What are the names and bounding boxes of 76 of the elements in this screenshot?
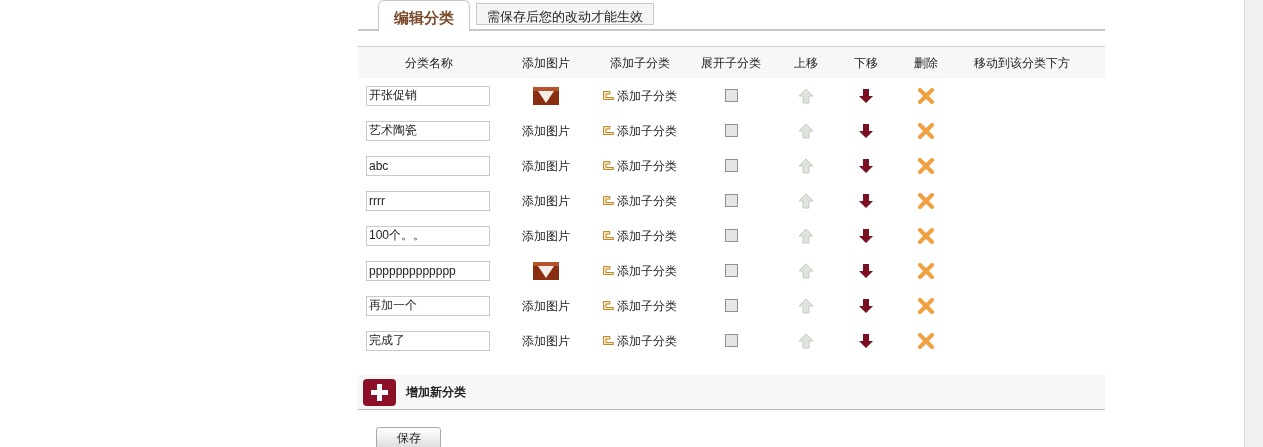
add-image-link[interactable]: 添加图片 bbox=[522, 296, 570, 315]
up-arrow-icon[interactable] bbox=[798, 227, 814, 244]
down-arrow-icon[interactable] bbox=[858, 192, 874, 209]
category-name-field[interactable]: 开张促销 bbox=[366, 85, 490, 106]
delete-icon[interactable] bbox=[918, 192, 934, 209]
subcategory-icon bbox=[603, 91, 614, 100]
column-header: 展开子分类 bbox=[700, 54, 762, 72]
column-header: 移动到该分类下方 bbox=[973, 54, 1071, 72]
up-arrow-icon[interactable] bbox=[798, 87, 814, 104]
expand-checkbox[interactable] bbox=[724, 124, 738, 137]
subcategory-icon bbox=[603, 126, 614, 135]
expand-checkbox[interactable] bbox=[724, 159, 738, 172]
subcategory-icon bbox=[603, 336, 614, 345]
expand-checkbox[interactable] bbox=[724, 89, 738, 102]
expand-checkbox[interactable] bbox=[724, 194, 738, 207]
expand-checkbox[interactable] bbox=[724, 334, 738, 347]
category-name-field[interactable]: ppppppppppppp bbox=[366, 260, 490, 281]
delete-icon[interactable] bbox=[918, 297, 934, 314]
down-arrow-icon[interactable] bbox=[858, 122, 874, 139]
add-image-link[interactable]: 添加图片 bbox=[522, 226, 570, 245]
column-header: 上移 bbox=[793, 54, 819, 72]
tab[interactable]: 需保存后您的改动才能生效 bbox=[476, 3, 654, 25]
add-subcategory-link[interactable]: 添加子分类 bbox=[617, 86, 677, 105]
column-header: 删除 bbox=[913, 54, 939, 72]
subcategory-icon bbox=[603, 161, 614, 170]
category-name-field[interactable]: 100个。。 bbox=[366, 225, 490, 246]
up-arrow-icon[interactable] bbox=[798, 332, 814, 349]
column-header: 添加子分类 bbox=[609, 54, 671, 72]
scrollbar[interactable] bbox=[1244, 0, 1263, 447]
delete-icon[interactable] bbox=[918, 227, 934, 244]
add-subcategory-link[interactable]: 添加子分类 bbox=[617, 331, 677, 350]
expand-checkbox[interactable] bbox=[724, 229, 738, 242]
subcategory-icon bbox=[603, 266, 614, 275]
category-name-field[interactable]: abc bbox=[366, 155, 490, 176]
add-subcategory-link[interactable]: 添加子分类 bbox=[617, 191, 677, 210]
column-header: 分类名称 bbox=[404, 54, 454, 72]
add-subcategory-link[interactable]: 添加子分类 bbox=[617, 121, 677, 140]
category-name-field[interactable]: 完成了 bbox=[366, 330, 490, 351]
expand-checkbox[interactable] bbox=[724, 299, 738, 312]
up-arrow-icon[interactable] bbox=[798, 192, 814, 209]
down-arrow-icon[interactable] bbox=[858, 87, 874, 104]
category-name-field[interactable]: 再加一个 bbox=[366, 295, 490, 316]
up-arrow-icon[interactable] bbox=[798, 157, 814, 174]
add-image-link[interactable]: 添加图片 bbox=[522, 191, 570, 210]
down-arrow-icon[interactable] bbox=[858, 157, 874, 174]
subcategory-icon bbox=[603, 301, 614, 310]
add-image-link[interactable]: 添加图片 bbox=[522, 331, 570, 350]
tab[interactable]: 编辑分类 bbox=[378, 0, 470, 31]
add-subcategory-link[interactable]: 添加子分类 bbox=[617, 296, 677, 315]
add-subcategory-link[interactable]: 添加子分类 bbox=[617, 226, 677, 245]
delete-icon[interactable] bbox=[918, 87, 934, 104]
category-name-field[interactable]: 艺术陶瓷 bbox=[366, 120, 490, 141]
delete-icon[interactable] bbox=[918, 332, 934, 349]
add-subcategory-link[interactable]: 添加子分类 bbox=[617, 261, 677, 280]
column-header: 添加图片 bbox=[521, 54, 571, 72]
category-name-field[interactable]: rrrr bbox=[366, 190, 490, 211]
add-category-label[interactable]: 增加新分类 bbox=[406, 383, 466, 401]
delete-icon[interactable] bbox=[918, 157, 934, 174]
delete-icon[interactable] bbox=[918, 262, 934, 279]
add-subcategory-link[interactable]: 添加子分类 bbox=[617, 156, 677, 175]
down-arrow-icon[interactable] bbox=[858, 332, 874, 349]
column-header: 下移 bbox=[853, 54, 879, 72]
save-button[interactable]: 保存 bbox=[376, 427, 441, 447]
add-image-link[interactable]: 添加图片 bbox=[522, 156, 570, 175]
add-image-link[interactable]: 添加图片 bbox=[522, 121, 570, 140]
up-arrow-icon[interactable] bbox=[798, 297, 814, 314]
down-arrow-icon[interactable] bbox=[858, 227, 874, 244]
expand-checkbox[interactable] bbox=[724, 264, 738, 277]
up-arrow-icon[interactable] bbox=[798, 122, 814, 139]
delete-icon[interactable] bbox=[918, 122, 934, 139]
down-arrow-icon[interactable] bbox=[858, 262, 874, 279]
up-arrow-icon[interactable] bbox=[798, 262, 814, 279]
down-arrow-icon[interactable] bbox=[858, 297, 874, 314]
subcategory-icon bbox=[603, 196, 614, 205]
subcategory-icon bbox=[603, 231, 614, 240]
add-icon[interactable] bbox=[363, 378, 396, 406]
